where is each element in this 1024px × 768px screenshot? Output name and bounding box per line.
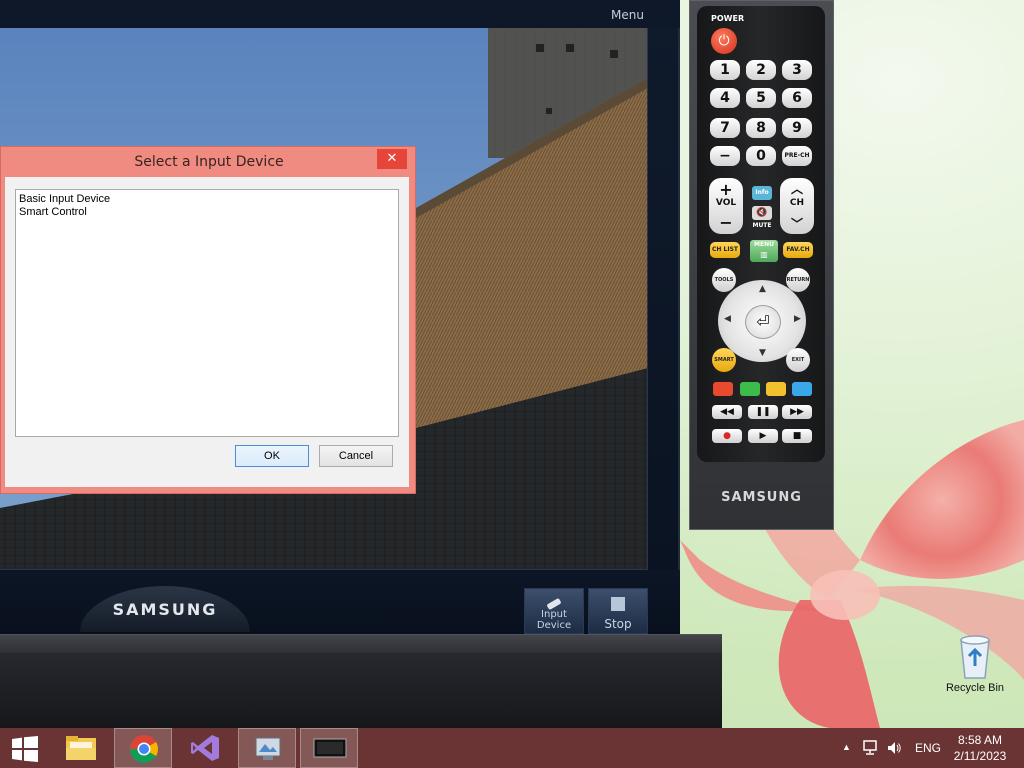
recycle-bin-icon <box>960 635 990 679</box>
volume-up[interactable]: + <box>709 180 743 199</box>
clock-time: 8:58 AM <box>957 733 1003 747</box>
key-1[interactable]: 1 <box>710 60 740 80</box>
stop-media-button[interactable]: ■ <box>782 429 812 443</box>
background-window-panel <box>0 634 722 728</box>
record-button[interactable]: ● <box>712 429 742 443</box>
taskbar-image-viewer[interactable] <box>238 728 296 768</box>
blue-key[interactable] <box>792 382 812 396</box>
key-4[interactable]: 4 <box>710 88 740 108</box>
channel-rocker[interactable]: ︿ CH ﹀ <box>780 178 814 234</box>
green-key[interactable] <box>740 382 760 396</box>
ok-button[interactable]: OK <box>235 445 309 467</box>
background-window-bar <box>0 635 722 653</box>
key-3[interactable]: 3 <box>782 60 812 80</box>
tv-menu-button[interactable]: Menu <box>611 8 644 22</box>
list-item[interactable]: Smart Control <box>19 206 395 219</box>
show-hidden-icons[interactable]: ▲ <box>842 742 851 768</box>
key-9[interactable]: 9 <box>782 118 812 138</box>
mute-label: MUTE <box>752 222 772 229</box>
menu-grid-icon: ▥ <box>760 250 768 259</box>
channel-up[interactable]: ︿ <box>780 180 814 197</box>
volume-rocker[interactable]: + VOL − <box>709 178 743 234</box>
key-6[interactable]: 6 <box>782 88 812 108</box>
down-arrow-icon[interactable]: ▼ <box>759 348 766 358</box>
menu-button[interactable]: MENU ▥ <box>750 240 778 262</box>
image-viewer-icon <box>255 737 281 760</box>
power-icon: ⏻ <box>718 33 730 49</box>
fav-ch-button[interactable]: FAV.CH <box>783 242 813 258</box>
channel-down[interactable]: ﹀ <box>780 215 814 232</box>
power-label: POWER <box>711 14 745 23</box>
volume-icon[interactable] <box>886 740 902 756</box>
device-list[interactable]: Basic Input Device Smart Control <box>15 189 399 437</box>
recycle-bin-label: Recycle Bin <box>945 682 1005 694</box>
play-button[interactable]: ▶ <box>748 429 778 443</box>
enter-icon: ⏎ <box>756 312 770 331</box>
stop-button[interactable]: Stop <box>588 588 648 634</box>
key-5[interactable]: 5 <box>746 88 776 108</box>
key-2[interactable]: 2 <box>746 60 776 80</box>
mute-button[interactable]: 🔇 <box>752 206 772 220</box>
volume-label: VOL <box>715 198 737 208</box>
exit-button[interactable]: EXIT <box>786 348 810 372</box>
cancel-button[interactable]: Cancel <box>319 445 393 467</box>
start-button[interactable] <box>0 728 50 768</box>
smart-hub-button[interactable]: SMART HUB <box>712 348 736 387</box>
pre-ch-button[interactable]: PRE-CH <box>782 146 812 166</box>
tv-viewer-icon <box>313 738 347 758</box>
key-0[interactable]: 0 <box>746 146 776 166</box>
recycle-bin-shortcut[interactable]: Recycle Bin <box>940 630 1010 702</box>
dialog-body: Basic Input Device Smart Control OK Canc… <box>5 177 409 487</box>
chrome-icon <box>130 735 158 763</box>
key-minus[interactable]: − <box>710 146 740 166</box>
dialog-title: Select a Input Device <box>134 154 284 170</box>
volume-down[interactable]: − <box>709 213 743 232</box>
dialog-close-button[interactable]: ✕ <box>377 149 407 169</box>
remote-brand-logo: SAMSUNG <box>721 490 802 505</box>
up-arrow-icon[interactable]: ▲ <box>759 284 766 294</box>
clock-date: 2/11/2023 <box>953 749 1007 763</box>
input-device-button[interactable]: Input Device <box>524 588 584 634</box>
pause-button[interactable]: ❚❚ <box>748 405 778 419</box>
taskbar-visual-studio[interactable] <box>176 728 234 768</box>
yellow-key[interactable] <box>766 382 786 396</box>
close-icon: ✕ <box>386 151 398 166</box>
list-item[interactable]: Basic Input Device <box>19 193 395 206</box>
network-icon[interactable] <box>862 740 878 756</box>
tools-button[interactable]: TOOLS <box>712 268 736 292</box>
tv-viewer-header <box>0 0 680 28</box>
rewind-button[interactable]: ◀◀ <box>712 405 742 419</box>
red-key[interactable] <box>713 382 733 396</box>
channel-label: CH <box>789 198 805 208</box>
language-indicator[interactable]: ENG <box>915 741 941 768</box>
enter-button[interactable]: ⏎ <box>745 305 781 339</box>
taskbar-tv-viewer[interactable] <box>300 728 358 768</box>
mute-icon: 🔇 <box>756 208 768 218</box>
select-input-device-dialog: Select a Input Device ✕ Basic Input Devi… <box>0 146 416 494</box>
ch-list-button[interactable]: CH LIST <box>710 242 740 258</box>
taskbar-file-explorer[interactable] <box>52 728 110 768</box>
power-button[interactable]: ⏻ <box>711 28 737 54</box>
taskbar-chrome[interactable] <box>114 728 172 768</box>
fast-forward-button[interactable]: ▶▶ <box>782 405 812 419</box>
left-arrow-icon[interactable]: ◀ <box>724 314 731 324</box>
right-arrow-icon[interactable]: ▶ <box>794 314 801 324</box>
stop-icon <box>611 597 625 611</box>
taskbar: ▲ ENG 8:58 AM 2/11/2023 <box>0 728 1024 768</box>
key-8[interactable]: 8 <box>746 118 776 138</box>
clock[interactable]: 8:58 AM 2/11/2023 <box>948 732 1012 764</box>
info-button[interactable]: Info <box>752 186 772 200</box>
key-7[interactable]: 7 <box>710 118 740 138</box>
windows-start-icon <box>12 736 38 762</box>
file-explorer-icon <box>66 736 96 760</box>
visual-studio-icon <box>191 735 219 761</box>
